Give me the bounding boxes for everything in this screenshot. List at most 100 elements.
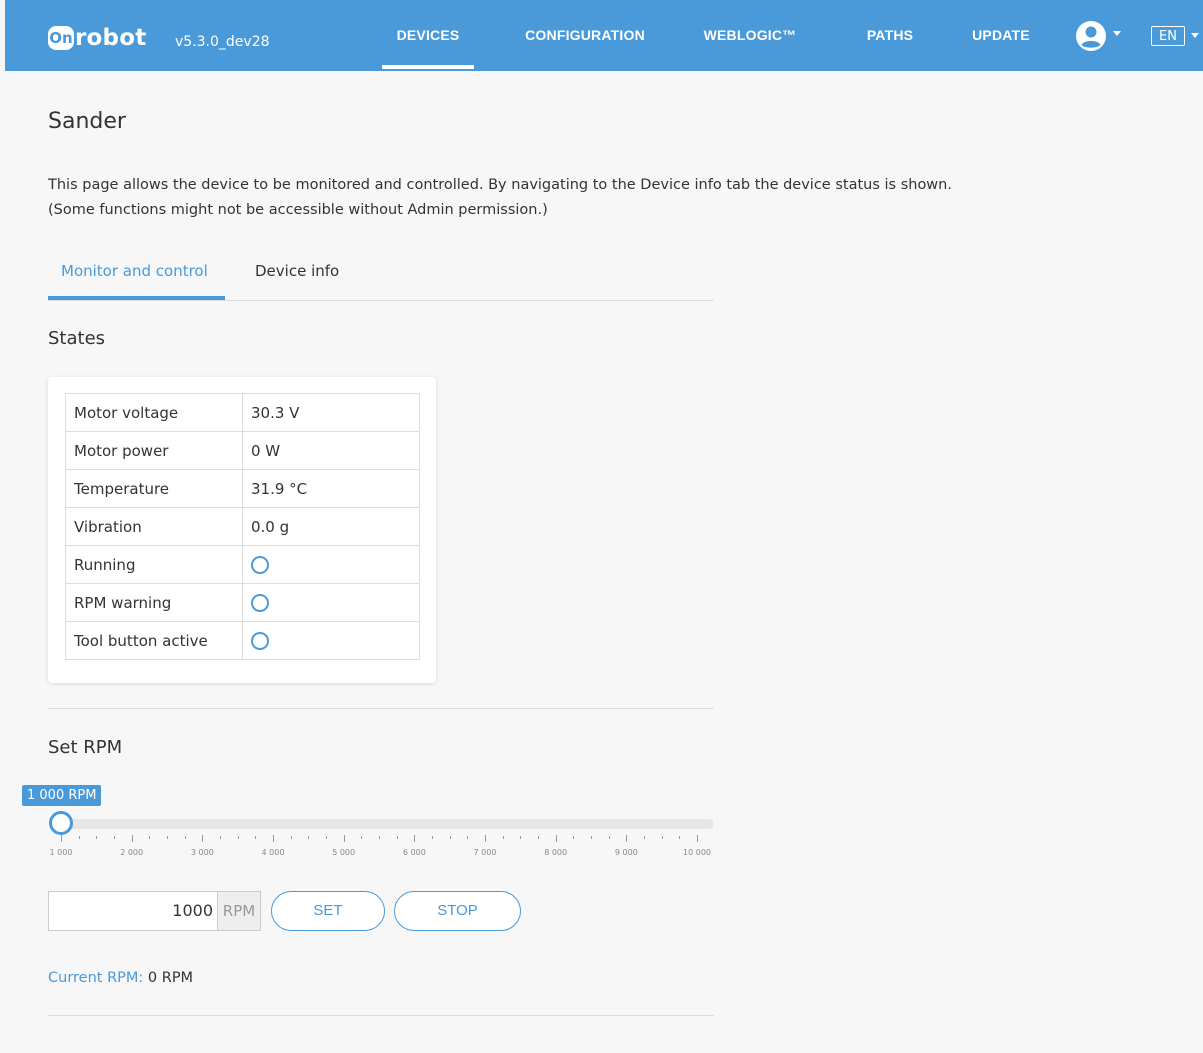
tab-bar: Monitor and control Device info	[48, 256, 714, 301]
nav-update[interactable]: UPDATE	[960, 27, 1042, 43]
state-indicator	[242, 545, 420, 584]
minor-tick	[184, 836, 186, 839]
minor-tick	[237, 836, 239, 839]
nav-paths[interactable]: PATHS	[855, 27, 925, 43]
minor-tick	[96, 836, 98, 839]
minor-tick	[520, 836, 522, 839]
rpm-input-group[interactable]: 1000 RPM	[48, 891, 261, 931]
nav-weblogic[interactable]: WEBLOGIC™	[700, 27, 800, 43]
minor-tick	[679, 836, 681, 839]
nav-configuration[interactable]: CONFIGURATION	[510, 27, 660, 43]
minor-tick	[449, 836, 451, 839]
state-label: Motor voltage	[65, 393, 243, 432]
logo-word: robot	[75, 25, 147, 51]
minor-tick	[502, 836, 504, 839]
nav-devices[interactable]: DEVICES	[382, 27, 474, 43]
state-label: RPM warning	[65, 583, 243, 622]
active-tab-indicator	[48, 296, 225, 300]
user-circle-icon[interactable]	[1075, 20, 1107, 52]
version-label: v5.3.0_dev28	[175, 34, 270, 50]
minor-tick	[149, 836, 151, 839]
major-tick	[626, 835, 628, 842]
state-value: 30.3 V	[242, 393, 420, 432]
set-button[interactable]: SET	[271, 891, 385, 931]
major-tick	[414, 835, 416, 842]
minor-tick	[220, 836, 221, 839]
current-rpm: Current RPM: 0 RPM	[48, 970, 193, 986]
major-tick	[343, 835, 345, 842]
minor-tick	[608, 836, 610, 839]
tool-button-indicator-icon	[251, 631, 269, 650]
slider-tick-label: 2 000	[120, 848, 144, 857]
set-rpm-heading: Set RPM	[48, 737, 123, 758]
rpm-slider-track[interactable]	[58, 819, 714, 829]
state-label: Temperature	[65, 469, 243, 508]
table-row: Running	[65, 545, 420, 584]
current-rpm-label: Current RPM:	[48, 970, 144, 986]
minor-tick	[396, 836, 398, 839]
minor-tick	[361, 836, 363, 839]
minor-tick	[114, 836, 115, 839]
slider-tick-label: 9 000	[614, 848, 638, 857]
table-row: Motor power 0 W	[65, 431, 420, 470]
table-row: RPM warning	[65, 583, 420, 622]
top-navigation-bar: On robot v5.3.0_dev28 DEVICES CONFIGURAT…	[5, 0, 1203, 71]
table-row: Tool button active	[65, 621, 420, 660]
minor-tick	[379, 836, 380, 839]
major-tick	[202, 835, 204, 842]
tab-monitor-and-control[interactable]: Monitor and control	[61, 262, 208, 280]
minor-tick	[167, 836, 168, 839]
running-indicator-icon	[251, 555, 269, 574]
minor-tick	[467, 836, 469, 839]
slider-tick-label: 6 000	[402, 848, 426, 857]
page-description: This page allows the device to be monito…	[48, 173, 1048, 223]
state-label: Vibration	[65, 507, 243, 546]
tab-device-info[interactable]: Device info	[255, 262, 339, 280]
active-nav-indicator	[382, 65, 474, 69]
section-divider	[48, 1015, 714, 1016]
rpm-warning-indicator-icon	[251, 593, 269, 612]
state-value: 0 W	[242, 431, 420, 470]
table-row: Temperature 31.9 °C	[65, 469, 420, 508]
minor-tick	[644, 836, 645, 839]
language-selector[interactable]: EN	[1151, 26, 1185, 46]
rpm-unit-addon: RPM	[217, 892, 260, 930]
states-table: Motor voltage 30.3 V Motor power 0 W Tem…	[65, 393, 420, 660]
slider-tick-label: 1 000	[49, 848, 73, 857]
major-tick	[555, 835, 557, 842]
slider-tick-label: 7 000	[473, 848, 497, 857]
minor-tick	[308, 836, 310, 839]
slider-value-tooltip: 1 000 RPM	[22, 785, 102, 806]
state-label: Running	[65, 545, 243, 584]
page-title: Sander	[48, 109, 126, 134]
slider-tick-label: 3 000	[190, 848, 214, 857]
slider-tick-label: 5 000	[332, 848, 356, 857]
stop-button[interactable]: STOP	[394, 891, 521, 931]
major-tick	[61, 835, 62, 842]
state-value: 0.0 g	[242, 507, 420, 546]
rpm-slider-handle[interactable]	[49, 811, 73, 835]
minor-tick	[290, 836, 292, 839]
major-tick	[485, 835, 486, 842]
minor-tick	[432, 836, 433, 839]
state-label: Motor power	[65, 431, 243, 470]
description-line-2: (Some functions might not be accessible …	[48, 202, 548, 218]
section-divider	[48, 708, 714, 709]
states-card: Motor voltage 30.3 V Motor power 0 W Tem…	[48, 377, 436, 683]
state-label: Tool button active	[65, 621, 243, 660]
states-heading: States	[48, 328, 106, 349]
language-caret-icon[interactable]	[1191, 33, 1199, 38]
user-menu-caret-icon[interactable]	[1113, 31, 1121, 36]
state-value: 31.9 °C	[242, 469, 420, 508]
minor-tick	[661, 836, 663, 839]
rpm-input[interactable]: 1000	[49, 892, 217, 930]
logo-badge: On	[48, 26, 74, 50]
onrobot-logo[interactable]: On robot	[48, 24, 146, 52]
minor-tick	[538, 836, 539, 839]
slider-tick-label: 10 000	[683, 848, 711, 857]
major-tick	[273, 835, 274, 842]
current-rpm-value: 0 RPM	[147, 970, 194, 986]
state-indicator	[242, 583, 420, 622]
minor-tick	[591, 836, 592, 839]
description-line-1: This page allows the device to be monito…	[48, 177, 952, 193]
